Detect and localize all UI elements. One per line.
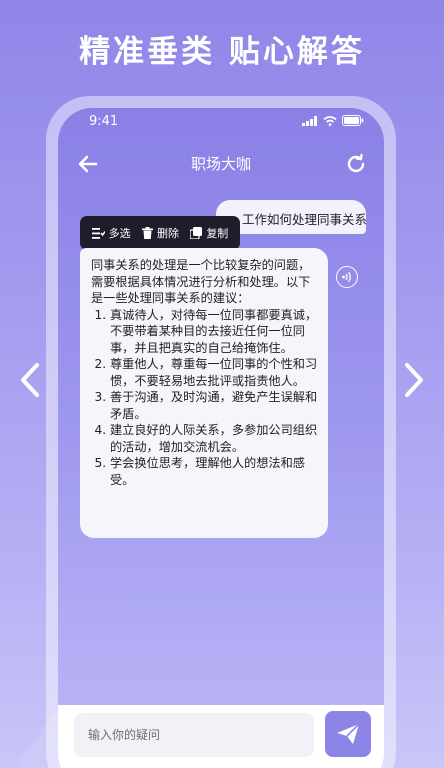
refresh-icon [347,153,365,173]
copy-button[interactable]: 复制 [190,225,228,241]
list-item: 建立良好的人际关系，多参加公司组织的活动，增加交流机会。 [110,422,318,455]
phone-frame: 9:41 职场大咖 工作如何处理同事关系 多选 删除 复制 同事关系的处理是一个… [46,96,396,768]
page-title: 职场大咖 [190,155,251,173]
trash-icon [141,227,153,239]
wifi-icon [323,115,337,126]
speaker-icon [342,271,351,283]
app-header: 职场大咖 [58,144,384,184]
prev-arrow[interactable] [12,358,48,402]
message-context-menu: 多选 删除 复制 [80,216,240,256]
list-item: 学会换位思考，理解他人的想法和感受。 [110,455,318,488]
next-arrow[interactable] [396,358,432,402]
copy-label: 复制 [206,227,229,240]
bot-message-intro: 同事关系的处理是一个比较复杂的问题，需要根据具体情况进行分析和处理。以下是一些处… [91,258,311,305]
send-icon [337,723,360,744]
promo-headline: 精准垂类 贴心解答 [79,34,365,70]
multi-select-label: 多选 [108,227,131,240]
list-item: 真诚待人，对待每一位同事都要真诚，不要带着某种目的去接近任何一位同事，并且把真实… [110,307,318,357]
chevron-left-icon [21,363,39,397]
signal-icon [302,115,317,126]
speak-button[interactable] [336,266,358,288]
list-item: 善于沟通，及时沟通，避免产生误解和矛盾。 [110,389,318,422]
phone-screen: 9:41 职场大咖 工作如何处理同事关系 多选 删除 复制 同事关系的处理是一个… [58,108,384,768]
input-bar [58,705,384,768]
copy-icon [190,227,203,239]
delete-label: 删除 [156,227,179,240]
send-button[interactable] [325,711,371,757]
status-bar: 9:41 [58,108,384,134]
battery-icon [342,115,364,126]
question-input[interactable] [74,713,314,757]
multi-select-button[interactable]: 多选 [91,225,131,241]
delete-button[interactable]: 删除 [141,225,179,241]
status-time: 9:41 [89,114,119,129]
refresh-button[interactable] [344,152,368,176]
status-icons [302,115,364,126]
list-item: 尊重他人，尊重每一位同事的个性和习惯，不要轻易地去批评或指责他人。 [110,356,318,389]
bot-message-list: 真诚待人，对待每一位同事都要真诚，不要带着某种目的去接近任何一位同事，并且把真实… [91,307,318,489]
bot-message-bubble[interactable]: 同事关系的处理是一个比较复杂的问题，需要根据具体情况进行分析和处理。以下是一些处… [80,248,328,538]
chevron-right-icon [405,363,423,397]
multi-select-icon [91,227,105,239]
